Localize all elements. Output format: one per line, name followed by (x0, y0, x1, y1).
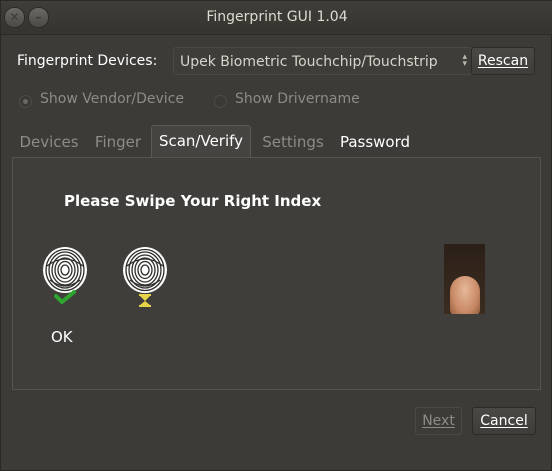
cancel-button[interactable]: Cancel (472, 407, 536, 435)
tab-scan-verify[interactable]: Scan/Verify (151, 125, 251, 157)
radio-unselected-icon[interactable] (214, 95, 227, 108)
tab-settings[interactable]: Settings (256, 127, 330, 157)
radio-show-vendor-device-label: Show Vendor/Device (40, 91, 185, 107)
cancel-button-label: Cancel (480, 413, 528, 429)
title-bar: ✕ – Fingerprint GUI 1.04 (1, 1, 552, 35)
radio-selected-icon[interactable] (19, 95, 32, 108)
fingerprint-ok-icon (43, 247, 87, 304)
window-title: Fingerprint GUI 1.04 (206, 9, 348, 25)
radio-show-drivername-label: Show Drivername (235, 91, 360, 107)
hourglass-icon (139, 294, 151, 307)
finger-swipe-image (444, 244, 485, 314)
device-select-value: Upek Biometric Touchchip/Touchstrip (180, 54, 438, 70)
tab-devices[interactable]: Devices (12, 127, 86, 157)
scan-result-label: OK (51, 328, 73, 346)
rescan-button-label: Rescan (477, 53, 529, 69)
tab-password[interactable]: Password (334, 127, 416, 157)
combo-arrows-icon: ▴ ▾ (462, 52, 467, 69)
scan-verify-panel: Please Swipe Your Right Index OK (12, 157, 541, 390)
swipe-instruction: Please Swipe Your Right Index (64, 192, 322, 210)
device-select[interactable]: Upek Biometric Touchchip/Touchstrip ▴ ▾ (173, 47, 472, 75)
next-button[interactable]: Next (415, 407, 462, 435)
fingerprint-gui-window: ✕ – Fingerprint GUI 1.04 Fingerprint Dev… (0, 0, 552, 471)
fingerprint-waiting-icon (123, 247, 167, 307)
next-button-label: Next (422, 413, 455, 429)
fingerprint-devices-label: Fingerprint Devices: (17, 53, 158, 69)
tab-finger[interactable]: Finger (88, 127, 148, 157)
rescan-button[interactable]: Rescan (471, 47, 535, 75)
fingertip-shape (450, 276, 480, 314)
